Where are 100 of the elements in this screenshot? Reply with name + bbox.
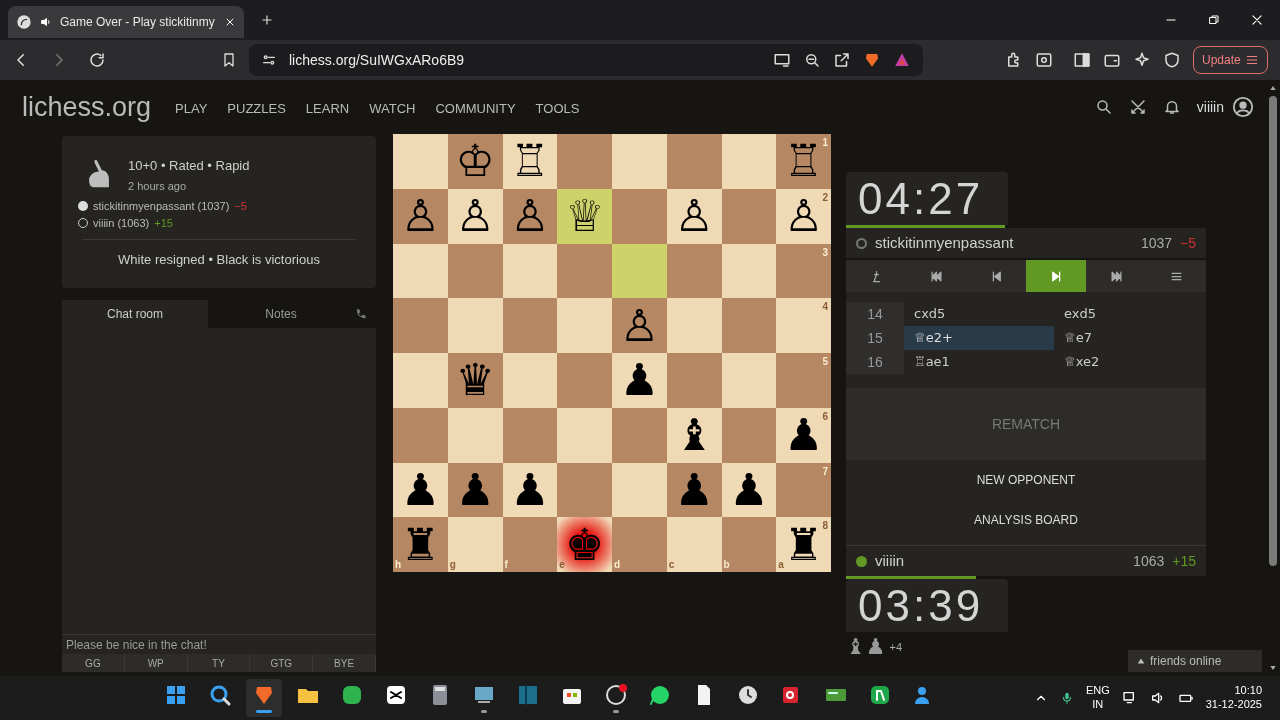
board-square[interactable]: ♟ <box>447 462 503 518</box>
chess-piece[interactable]: ♟ <box>674 467 714 512</box>
move-nav-button[interactable] <box>1026 260 1086 292</box>
chess-piece[interactable]: ♚ <box>564 522 605 567</box>
restore-icon[interactable] <box>1208 14 1220 26</box>
board-square[interactable]: ♖ <box>502 134 558 189</box>
search-icon[interactable] <box>1094 98 1113 116</box>
nav-link[interactable]: LEARN <box>305 99 350 119</box>
chat-input[interactable]: Please be nice in the chat! <box>62 634 376 654</box>
username-link[interactable]: viiiin <box>1196 96 1224 118</box>
share-icon[interactable] <box>833 51 851 69</box>
board-square[interactable]: g <box>447 517 503 572</box>
board-square[interactable]: ♟ <box>666 462 722 518</box>
chess-piece[interactable]: ♙ <box>619 303 660 348</box>
update-button[interactable]: Update <box>1193 46 1268 74</box>
quick-reply-button[interactable]: GG <box>62 654 125 672</box>
quick-reply-button[interactable]: GTG <box>250 654 314 672</box>
new-tab-icon[interactable] <box>260 13 274 27</box>
sidebar-icon[interactable] <box>1073 51 1091 69</box>
shield-icon[interactable] <box>1163 51 1181 69</box>
quick-reply-button[interactable]: TY <box>187 654 251 672</box>
quick-reply-button[interactable]: WP <box>124 654 188 672</box>
time-text: 10:10 <box>1234 684 1262 698</box>
chess-piece[interactable]: ♙ <box>400 194 441 239</box>
action-button[interactable]: NEW OPPONENT <box>846 460 1206 500</box>
cast-icon[interactable] <box>773 51 791 69</box>
move-cell[interactable]: ♕e2+ <box>904 326 1054 350</box>
board-square[interactable]: ♙ <box>502 188 558 244</box>
move-cell[interactable]: exd5 <box>1054 302 1204 326</box>
chess-piece[interactable]: ♙ <box>674 194 714 239</box>
chess-piece[interactable]: ♖ <box>510 139 550 184</box>
board-square[interactable]: ♙ <box>393 188 448 244</box>
board-square[interactable]: ♛ <box>447 353 503 408</box>
nav-link[interactable]: PLAY <box>175 99 208 119</box>
board-square[interactable]: ♙ <box>447 188 503 244</box>
site-logo[interactable]: lichess.org <box>22 86 152 128</box>
chess-piece[interactable]: ♔ <box>455 139 495 184</box>
board-square[interactable]: ♟ <box>393 462 448 518</box>
clock-date[interactable]: 10:10 31-12-2025 <box>1205 684 1262 712</box>
sparkle-icon[interactable] <box>1133 51 1151 69</box>
chess-piece[interactable]: ♟ <box>510 467 550 512</box>
crossed-swords-icon[interactable] <box>1128 98 1147 116</box>
chess-piece[interactable]: ♙ <box>455 194 495 239</box>
board-square[interactable]: ♙ <box>666 188 722 244</box>
nav-link[interactable]: COMMUNITY <box>435 99 516 119</box>
board-square[interactable]: c <box>666 517 722 572</box>
chess-piece[interactable]: ♙ <box>510 194 550 239</box>
close-icon[interactable] <box>224 16 236 28</box>
chess-piece[interactable]: ♜ <box>400 522 441 567</box>
board-square[interactable]: ♟ <box>502 462 558 518</box>
chess-piece[interactable]: ♟ <box>729 467 769 512</box>
zoom-out-icon[interactable] <box>803 51 821 69</box>
user-icon[interactable] <box>1232 96 1254 118</box>
move-cell[interactable]: ♕xe2 <box>1054 350 1204 374</box>
quick-reply-button[interactable]: BYE <box>313 654 376 672</box>
nav-link[interactable]: WATCH <box>369 99 416 119</box>
chess-piece[interactable]: ♟ <box>783 413 824 458</box>
board-square[interactable]: ♕ <box>557 188 612 244</box>
action-button[interactable]: ANALYSIS BOARD <box>846 500 1206 540</box>
lion-shield-icon[interactable] <box>863 51 881 69</box>
browser-tab[interactable]: Game Over - Play stickitinmy <box>8 6 244 38</box>
chess-piece[interactable]: ♙ <box>783 194 824 239</box>
board-square[interactable]: ♟ <box>721 462 777 518</box>
player-name[interactable]: stickitinmyenpassant <box>875 231 1014 255</box>
bookmark-icon[interactable] <box>221 52 237 68</box>
nav-link[interactable]: TOOLS <box>535 99 580 119</box>
player-name[interactable]: viiiin (1063) <box>93 214 150 231</box>
chess-piece[interactable]: ♖ <box>783 139 824 184</box>
friends-online-button[interactable]: friends online <box>1128 650 1262 672</box>
player-name[interactable]: stickitinmyenpassant (1037) <box>93 198 230 215</box>
board-square[interactable]: ♝ <box>666 407 722 463</box>
bell-icon[interactable] <box>1162 98 1181 116</box>
chess-piece[interactable]: ♛ <box>455 358 495 403</box>
chess-piece[interactable]: ♝ <box>674 413 714 458</box>
phone-icon[interactable] <box>354 307 368 321</box>
move-number: 16 <box>846 350 904 374</box>
move-cell[interactable]: cxd5 <box>904 302 1054 326</box>
chess-piece[interactable]: ♕ <box>564 194 605 239</box>
chat-tab[interactable]: Notes <box>208 300 354 328</box>
board-square[interactable]: ♔ <box>447 134 503 189</box>
language-indicator[interactable]: ENG IN <box>1085 684 1110 712</box>
nav-link[interactable]: PUZZLES <box>227 99 286 119</box>
move-cell[interactable]: ♖ae1 <box>904 350 1054 374</box>
board-square[interactable]: ♟ <box>612 353 667 408</box>
player-name[interactable]: viiiin <box>875 549 905 573</box>
chess-piece[interactable]: ♟ <box>455 467 495 512</box>
address-bar[interactable]: lichess.org/SuIWGxARo6B9 <box>249 44 923 76</box>
scrollbar-thumb[interactable] <box>1269 96 1277 566</box>
chat-tab[interactable]: Chat room <box>62 300 208 328</box>
board-square[interactable]: ♙ <box>612 298 667 353</box>
chess-piece[interactable]: ♜ <box>783 522 824 567</box>
rank-label: 6 <box>822 409 828 424</box>
reader-icon[interactable] <box>1035 51 1053 69</box>
close-icon[interactable] <box>1250 13 1264 27</box>
reload-icon[interactable] <box>88 51 106 69</box>
triangle-icon[interactable] <box>893 51 911 69</box>
board-square[interactable]: 4 <box>776 298 831 353</box>
chess-piece[interactable]: ♟ <box>400 467 441 512</box>
chess-piece[interactable]: ♟ <box>619 358 660 403</box>
move-cell[interactable]: ♕e7 <box>1054 326 1204 350</box>
